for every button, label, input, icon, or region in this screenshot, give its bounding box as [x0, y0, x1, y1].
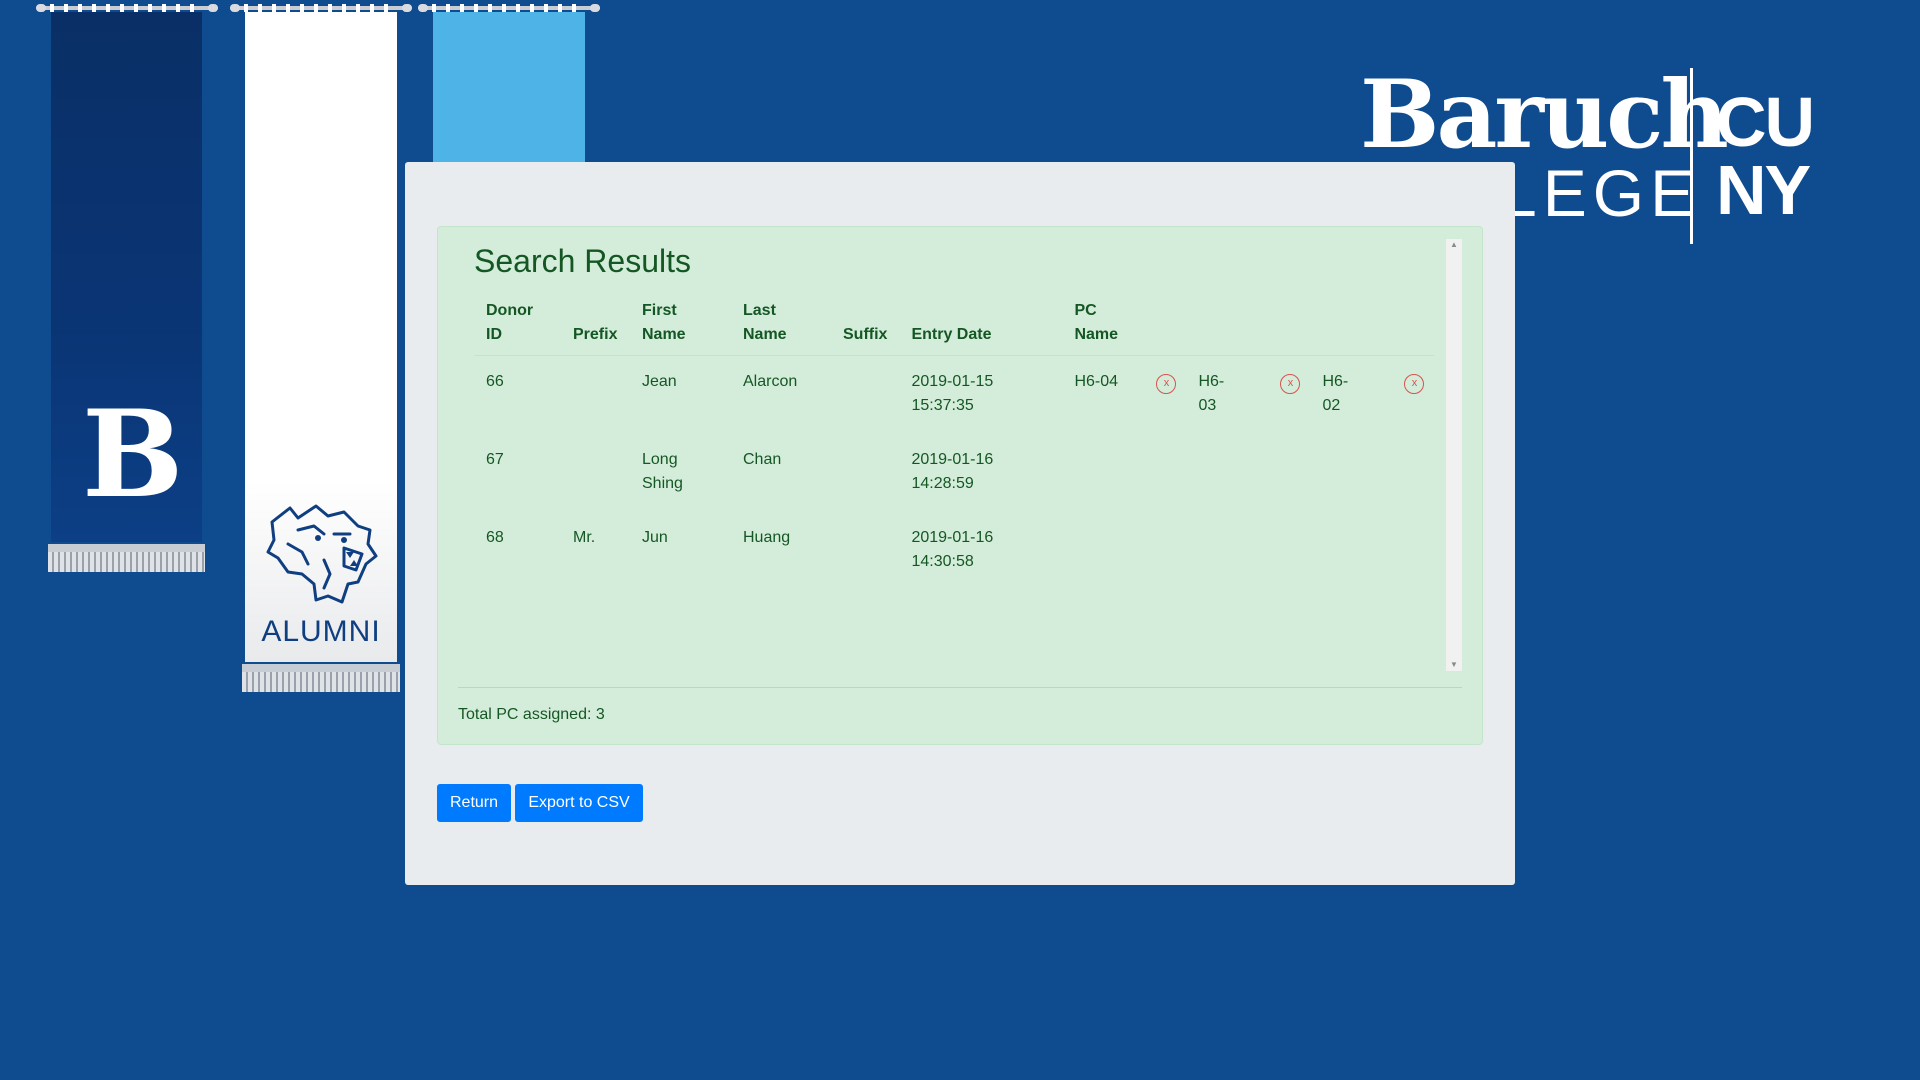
results-divider [458, 687, 1462, 688]
logo-college-text: LEGE [1500, 156, 1701, 230]
cell-entry-date: 2019-01-16 14:30:58 [911, 529, 994, 570]
col-suffix: Suffix [831, 299, 900, 356]
table-row: 68 Mr. Jun Huang 2019-01-16 14:30:58 [474, 512, 1434, 590]
cell-entry-date: 2019-01-15 15:37:35 [911, 373, 994, 414]
return-button[interactable]: Return [437, 784, 511, 822]
scroll-down-icon[interactable]: ▼ [1446, 659, 1462, 671]
cell-entry-date: 2019-01-16 14:28:59 [911, 451, 994, 492]
logo-baruch-text: Baruch [1360, 60, 1729, 170]
scroll-up-icon[interactable]: ▲ [1446, 239, 1462, 251]
cell-prefix: Mr. [573, 529, 596, 546]
cell-suffix [831, 434, 899, 512]
logo-cuny-line2: NY [1716, 151, 1811, 229]
table-row: 66 Jean Alarcon 2019-01-15 15:37:35 H6-04… [474, 356, 1434, 435]
banner-fringe [242, 664, 400, 692]
alumni-label: ALUMNI [261, 615, 381, 648]
cell-prefix [561, 356, 630, 435]
cell-donor-id: 67 [486, 451, 504, 468]
cell-pc-name: H6-04 [1074, 373, 1119, 390]
logo-cuny-text: CU NY [1716, 83, 1856, 229]
cell-donor-id: 66 [486, 373, 504, 390]
cell-pc-name: H6-02 [1322, 373, 1349, 414]
baruch-b-logo: B [82, 384, 184, 525]
logo-divider [1690, 68, 1693, 244]
banner-rod-navy [36, 4, 218, 12]
cell-last-name: Huang [743, 529, 791, 546]
col-donor-id: Donor ID [474, 299, 561, 356]
wildcat-icon [266, 504, 378, 604]
cell-suffix [831, 512, 899, 590]
main-panel: Search Results Donor ID Prefix First Name [405, 162, 1515, 885]
search-results-box: Search Results Donor ID Prefix First Name [437, 226, 1483, 745]
banner-rod-light [418, 4, 600, 12]
col-first-name: First Name [630, 299, 731, 356]
export-csv-button[interactable]: Export to CSV [515, 784, 643, 822]
results-scroll-area[interactable]: Search Results Donor ID Prefix First Name [438, 239, 1458, 671]
results-title: Search Results [474, 243, 691, 279]
table-row: 67 Long Shing Chan 2019-01-16 14:28:59 [474, 434, 1434, 512]
page: B ALUMNI Baruch LEGE CU NY Search Result… [0, 0, 1920, 1080]
cell-donor-id: 68 [486, 529, 504, 546]
cell-pc-name: H6-03 [1198, 373, 1225, 414]
banner-light-blue [433, 12, 585, 162]
table-header-row: Donor ID Prefix First Name Last Name Suffix… [474, 299, 1435, 356]
col-pc-name: PC Name [1062, 299, 1153, 356]
remove-pc-icon[interactable]: x [1156, 374, 1177, 394]
cell-prefix [561, 434, 630, 512]
cell-last-name: Chan [743, 451, 782, 468]
remove-pc-icon[interactable]: x [1404, 374, 1425, 394]
col-last-name: Last Name [731, 299, 831, 356]
cell-suffix [831, 356, 899, 435]
col-prefix: Prefix [561, 299, 630, 356]
cell-first-name: Jean [642, 373, 677, 390]
cell-first-name: Long Shing [642, 451, 683, 492]
logo-cuny-line1: CU [1716, 83, 1815, 161]
banner-rod-white [230, 4, 412, 12]
total-pc-assigned: Total PC assigned: 3 [458, 706, 605, 723]
col-entry-date: Entry Date [899, 299, 1063, 356]
results-scrollbar[interactable]: ▲ ▼ [1446, 239, 1462, 671]
cell-first-name: Jun [642, 529, 668, 546]
banner-fringe [48, 544, 205, 572]
cell-last-name: Alarcon [743, 373, 798, 390]
remove-pc-icon[interactable]: x [1280, 374, 1301, 394]
results-table: Donor ID Prefix First Name Last Name Suffix… [474, 299, 1435, 590]
